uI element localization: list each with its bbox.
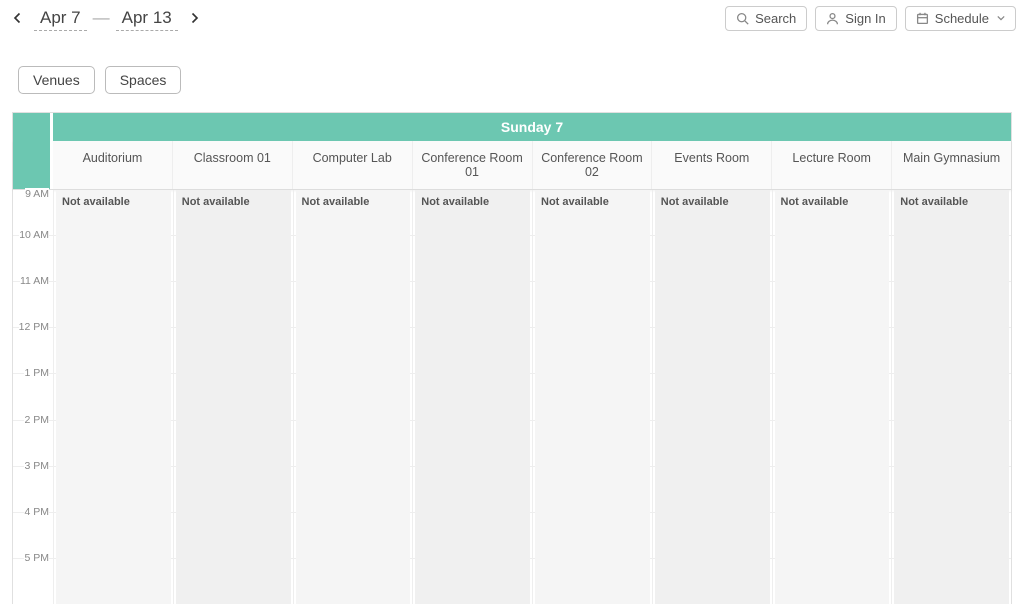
date-range-picker: Apr 7 — Apr 13 — [8, 6, 204, 31]
venues-filter-button[interactable]: Venues — [18, 66, 95, 94]
search-button[interactable]: Search — [725, 6, 807, 31]
room-columns: Not availableNot availableNot availableN… — [53, 190, 1011, 604]
not-available-block: Not available — [415, 190, 530, 604]
room-header[interactable]: Classroom 01 — [173, 141, 293, 189]
schedule-label: Schedule — [935, 11, 989, 26]
rooms-header-row: AuditoriumClassroom 01Computer LabConfer… — [13, 141, 1011, 190]
calendar-grid: 9 AM10 AM11 AM12 PM1 PM2 PM3 PM4 PM5 PM … — [13, 190, 1011, 604]
room-column[interactable]: Not available — [652, 190, 772, 604]
user-icon — [826, 12, 839, 25]
room-column[interactable]: Not available — [891, 190, 1011, 604]
day-label: Sunday 7 — [53, 113, 1011, 141]
next-week-button[interactable] — [184, 8, 204, 28]
room-column[interactable]: Not available — [293, 190, 413, 604]
room-column[interactable]: Not available — [772, 190, 892, 604]
day-header-row: Sunday 7 — [13, 113, 1011, 141]
room-column[interactable]: Not available — [532, 190, 652, 604]
day-header-stub — [13, 113, 53, 141]
room-column[interactable]: Not available — [173, 190, 293, 604]
room-header[interactable]: Lecture Room — [772, 141, 892, 189]
room-column[interactable]: Not available — [53, 190, 173, 604]
not-available-block: Not available — [56, 190, 171, 604]
search-label: Search — [755, 11, 796, 26]
room-header[interactable]: Computer Lab — [293, 141, 413, 189]
signin-label: Sign In — [845, 11, 885, 26]
rooms-header-stub — [13, 141, 53, 189]
chevron-down-icon — [997, 14, 1005, 22]
date-end[interactable]: Apr 13 — [116, 6, 178, 31]
room-header[interactable]: Auditorium — [53, 141, 173, 189]
calendar-icon — [916, 12, 929, 25]
not-available-block: Not available — [296, 190, 411, 604]
date-separator: — — [93, 8, 110, 28]
time-slot-label: 5 PM — [13, 558, 53, 604]
not-available-block: Not available — [775, 190, 890, 604]
filter-row: Venues Spaces — [0, 32, 1024, 94]
not-available-block: Not available — [894, 190, 1009, 604]
time-axis: 9 AM10 AM11 AM12 PM1 PM2 PM3 PM4 PM5 PM — [13, 190, 53, 604]
room-header[interactable]: Main Gymnasium — [892, 141, 1011, 189]
calendar: Sunday 7 AuditoriumClassroom 01Computer … — [12, 112, 1012, 604]
spaces-filter-button[interactable]: Spaces — [105, 66, 182, 94]
room-header[interactable]: Conference Room 02 — [533, 141, 653, 189]
prev-week-button[interactable] — [8, 8, 28, 28]
room-header[interactable]: Conference Room 01 — [413, 141, 533, 189]
date-start[interactable]: Apr 7 — [34, 6, 87, 31]
header-actions: Search Sign In Schedule — [725, 6, 1016, 31]
room-column[interactable]: Not available — [412, 190, 532, 604]
not-available-block: Not available — [535, 190, 650, 604]
schedule-dropdown[interactable]: Schedule — [905, 6, 1016, 31]
not-available-block: Not available — [176, 190, 291, 604]
top-bar: Apr 7 — Apr 13 Search Sign In Schedule — [0, 0, 1024, 32]
signin-button[interactable]: Sign In — [815, 6, 896, 31]
room-header[interactable]: Events Room — [652, 141, 772, 189]
search-icon — [736, 12, 749, 25]
not-available-block: Not available — [655, 190, 770, 604]
